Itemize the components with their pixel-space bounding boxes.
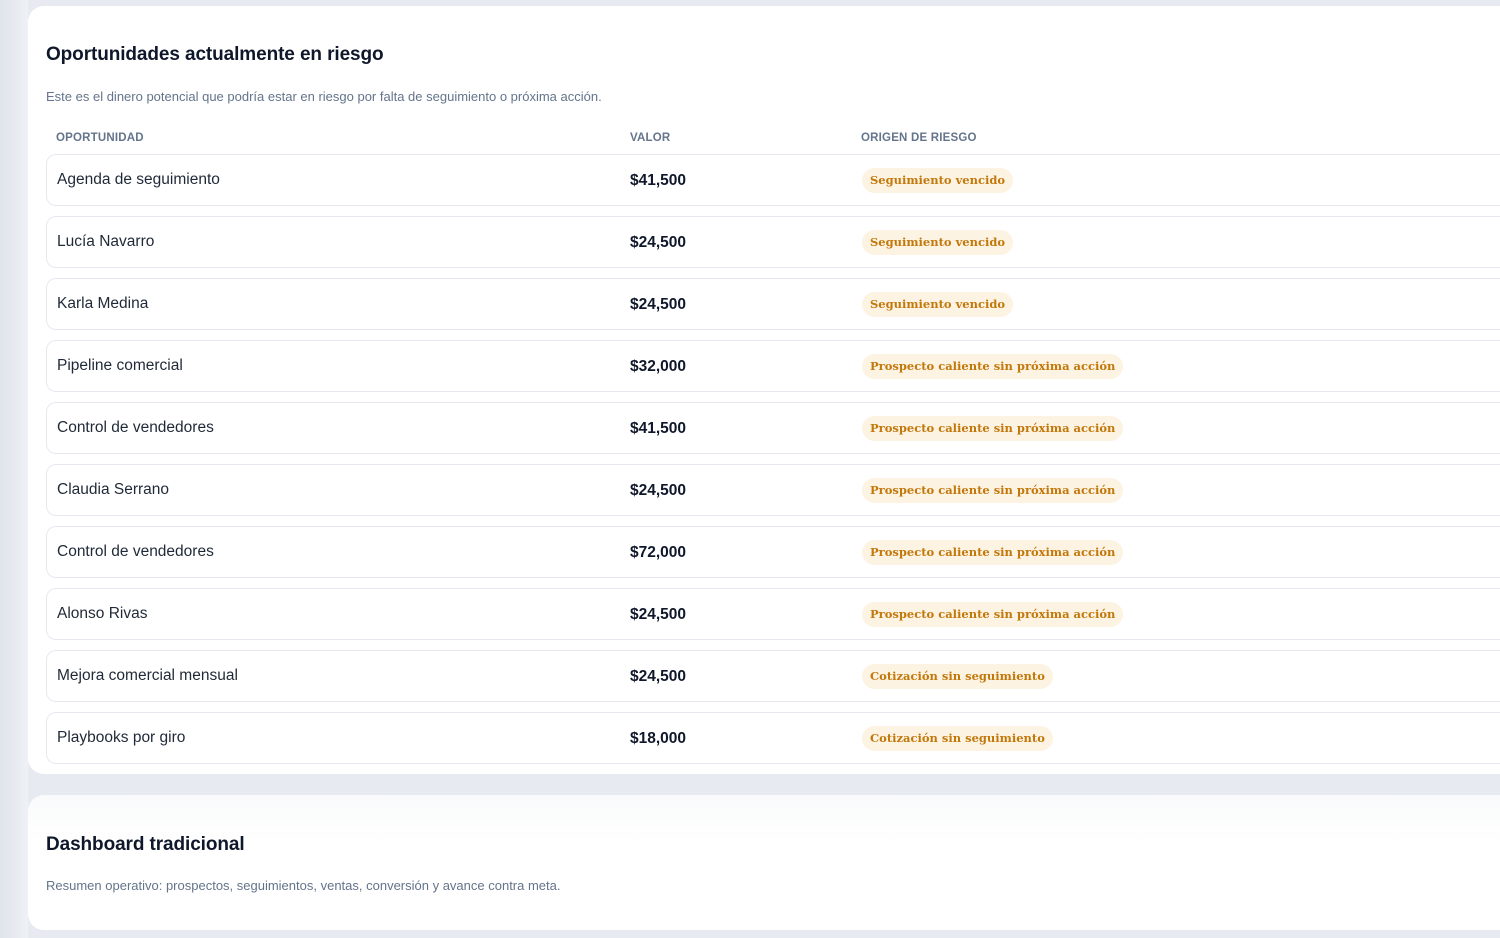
- risk-origin-badge: Prospecto caliente sin próxima acción: [862, 416, 1124, 441]
- table-row[interactable]: Mejora comercial mensual $24,500 Cotizac…: [46, 650, 1500, 702]
- risk-origin-badge: Prospecto caliente sin próxima acción: [862, 478, 1124, 503]
- risk-origin-badge: Prospecto caliente sin próxima acción: [862, 354, 1124, 379]
- opportunity-name: Control de vendedores: [57, 419, 214, 436]
- opportunity-name: Mejora comercial mensual: [57, 667, 238, 684]
- opportunity-value: $24,500: [630, 296, 687, 313]
- opportunity-value: $41,500: [630, 172, 687, 189]
- risk-section-subtitle: Este es el dinero potencial que podría e…: [46, 89, 602, 104]
- opportunity-value: $24,500: [630, 482, 687, 499]
- risk-table-body: Agenda de seguimiento $41,500 Seguimient…: [46, 154, 1500, 774]
- table-row[interactable]: Playbooks por giro $18,000 Cotización si…: [46, 712, 1500, 764]
- risk-opportunities-card: Oportunidades actualmente en riesgo Este…: [28, 6, 1500, 774]
- table-row[interactable]: Agenda de seguimiento $41,500 Seguimient…: [46, 154, 1500, 206]
- risk-origin-badge: Seguimiento vencido: [862, 168, 1014, 193]
- column-header-origin: ORIGEN DE RIESGO: [861, 132, 977, 144]
- risk-origin-badge: Seguimiento vencido: [862, 230, 1014, 255]
- risk-section-title: Oportunidades actualmente en riesgo: [46, 44, 384, 65]
- table-row[interactable]: Alonso Rivas $24,500 Prospecto caliente …: [46, 588, 1500, 640]
- risk-origin-badge: Prospecto caliente sin próxima acción: [862, 602, 1124, 627]
- page-side-shade: [0, 0, 28, 938]
- risk-origin-badge: Cotización sin seguimiento: [862, 726, 1053, 751]
- column-header-value: VALOR: [630, 132, 671, 144]
- opportunity-name: Playbooks por giro: [57, 729, 186, 746]
- opportunity-value: $41,500: [630, 420, 687, 437]
- opportunity-name: Agenda de seguimiento: [57, 171, 220, 188]
- dashboard-section-title: Dashboard tradicional: [46, 834, 245, 855]
- opportunity-name: Alonso Rivas: [57, 605, 148, 622]
- opportunity-value: $24,500: [630, 606, 687, 623]
- risk-origin-badge: Prospecto caliente sin próxima acción: [862, 540, 1124, 565]
- opportunity-name: Pipeline comercial: [57, 357, 183, 374]
- risk-origin-badge: Seguimiento vencido: [862, 292, 1014, 317]
- traditional-dashboard-card: Dashboard tradicional Resumen operativo:…: [28, 795, 1500, 930]
- opportunity-value: $24,500: [630, 234, 687, 251]
- table-row[interactable]: Pipeline comercial $32,000 Prospecto cal…: [46, 340, 1500, 392]
- opportunity-name: Control de vendedores: [57, 543, 214, 560]
- opportunity-name: Claudia Serrano: [57, 481, 170, 498]
- column-header-opportunity: OPORTUNIDAD: [56, 132, 144, 144]
- opportunity-name: Karla Medina: [57, 295, 149, 312]
- opportunity-value: $24,500: [630, 668, 687, 685]
- opportunity-value: $18,000: [630, 730, 687, 747]
- table-row[interactable]: Control de vendedores $72,000 Prospecto …: [46, 526, 1500, 578]
- opportunity-value: $72,000: [630, 544, 687, 561]
- opportunity-value: $32,000: [630, 358, 687, 375]
- risk-origin-badge: Cotización sin seguimiento: [862, 664, 1053, 689]
- table-row[interactable]: Lucía Navarro $24,500 Seguimiento vencid…: [46, 216, 1500, 268]
- table-row[interactable]: Control de vendedores $41,500 Prospecto …: [46, 402, 1500, 454]
- table-row[interactable]: Claudia Serrano $24,500 Prospecto calien…: [46, 464, 1500, 516]
- opportunity-name: Lucía Navarro: [57, 233, 155, 250]
- dashboard-section-subtitle: Resumen operativo: prospectos, seguimien…: [46, 878, 561, 893]
- risk-table-header: OPORTUNIDAD VALOR ORIGEN DE RIESGO: [46, 132, 1500, 148]
- table-row[interactable]: Karla Medina $24,500 Seguimiento vencido: [46, 278, 1500, 330]
